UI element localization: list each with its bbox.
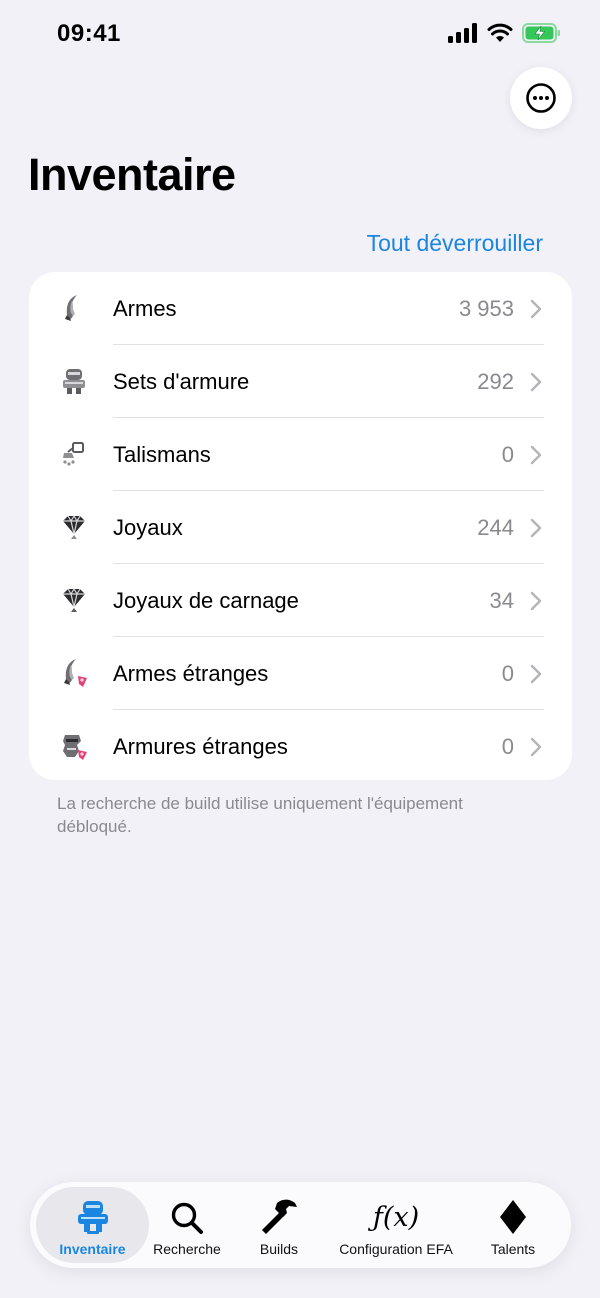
tab-bar: Inventaire Recherche Builds ƒ(x) Configu… [30,1182,571,1268]
strange-armor-icon [59,731,89,761]
wifi-icon [487,23,513,42]
list-item-count: 244 [477,514,514,540]
carnage-jewel-icon [59,585,89,615]
unlock-all-button[interactable]: Tout déverrouiller [367,230,543,257]
chevron-right-icon [530,299,542,319]
status-time: 09:41 [57,20,121,47]
chevron-right-icon [530,664,542,684]
list-item-talismans[interactable]: Talismans 0 [29,418,572,491]
chevron-right-icon [530,737,542,757]
more-options-button[interactable] [510,67,572,129]
list-item-armor-sets[interactable]: Sets d'armure 292 [29,345,572,418]
list-item-strange-armors[interactable]: Armures étranges 0 [29,710,572,780]
diamond-icon [498,1193,528,1235]
status-bar: 09:41 [0,0,600,70]
chevron-right-icon [530,591,542,611]
chevron-right-icon [530,445,542,465]
tab-builds[interactable]: Builds [244,1187,314,1263]
strange-weapon-icon [59,658,89,688]
list-item-count: 0 [501,733,514,759]
weapon-icon [59,293,89,323]
ellipsis-circle-icon [526,83,556,113]
list-item-label: Talismans [113,441,211,467]
list-item-jewels[interactable]: Joyaux 244 [29,491,572,564]
tab-label: Builds [259,1241,299,1257]
armor-set-icon [59,366,89,396]
list-item-label: Armures étranges [113,733,288,759]
jewel-icon [59,512,89,542]
list-item-weapons[interactable]: Armes 3 953 [29,272,572,345]
footnote: La recherche de build utilise uniquement… [57,794,463,836]
search-icon [170,1193,204,1235]
list-item-label: Armes [113,295,177,321]
chevron-right-icon [530,518,542,538]
tab-inventory[interactable]: Inventaire [36,1187,149,1263]
function-icon: ƒ(x) [372,1202,420,1233]
list-item-label: Joyaux de carnage [113,587,299,613]
list-item-label: Sets d'armure [113,368,250,394]
chevron-right-icon [530,372,542,392]
tab-talents[interactable]: Talents [479,1187,547,1263]
inventory-list: Armes 3 953 Sets d'armure 292 Talismans … [29,272,572,780]
list-item-count: 0 [501,660,514,686]
cellular-signal-icon [448,23,477,43]
status-icons [448,23,562,43]
tab-search[interactable]: Recherche [148,1187,226,1263]
list-item-count: 3 953 [458,295,514,321]
inventory-icon [74,1193,112,1235]
tab-label: Configuration EFA [339,1241,453,1257]
list-item-count: 34 [489,587,514,613]
tab-label: Recherche [153,1241,221,1257]
tab-efa-configuration[interactable]: ƒ(x) Configuration EFA [330,1187,462,1263]
list-item-label: Joyaux [113,514,183,540]
battery-charging-icon [522,23,560,43]
page-title: Inventaire [28,149,236,200]
list-item-carnage-jewels[interactable]: Joyaux de carnage 34 [29,564,572,637]
list-item-strange-weapons[interactable]: Armes étranges 0 [29,637,572,710]
list-item-label: Armes étranges [113,660,269,686]
hammer-icon [259,1193,299,1235]
list-item-count: 292 [477,368,514,394]
tab-label: Inventaire [59,1241,126,1257]
inventory-screen: 09:41 Inventaire Tout déverrouiller Arme… [0,0,600,1298]
tab-label: Talents [490,1241,536,1257]
list-item-count: 0 [501,441,514,467]
talisman-icon [59,439,89,469]
